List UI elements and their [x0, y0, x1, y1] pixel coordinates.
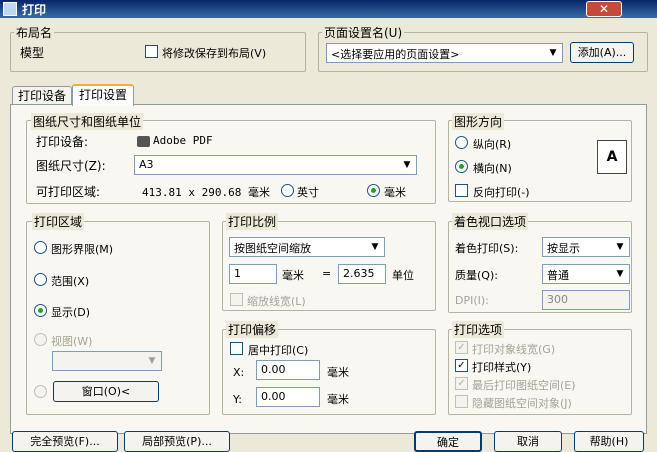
hide-paperspace-objects-checkbox[interactable]: [455, 395, 468, 408]
plot-area-limits-radio[interactable]: [34, 241, 47, 254]
plot-styles-checkbox[interactable]: ✓: [455, 359, 468, 372]
save-to-layout-checkbox[interactable]: [145, 45, 158, 58]
ok-button[interactable]: 确定: [414, 431, 482, 452]
shade-plot-value: 按显示: [547, 242, 580, 255]
chevron-down-icon: ▼: [616, 269, 624, 279]
unit-mm-label: 毫米: [384, 186, 406, 199]
unit-inch-label: 英寸: [297, 186, 319, 199]
plot-offset-group-label: 打印偏移: [226, 321, 279, 338]
plot-paperspace-last-checkbox[interactable]: ✓: [455, 377, 468, 390]
portrait-label: 纵向(R): [473, 138, 512, 151]
offset-x-input[interactable]: 0.00: [256, 360, 320, 380]
paper-size-label: 图纸尺寸(Z):: [36, 159, 106, 173]
chevron-down-icon: ▼: [371, 242, 379, 252]
center-plot-label: 居中打印(C): [248, 344, 309, 357]
shade-options-group-label: 着色视口选项: [452, 213, 529, 230]
printer-icon: [137, 136, 150, 147]
plot-options-group-label: 打印选项: [452, 321, 505, 338]
scale-lineweights-checkbox[interactable]: [230, 293, 243, 306]
cancel-button[interactable]: 取消: [494, 431, 562, 452]
plot-styles-label: 打印样式(Y): [472, 361, 532, 374]
offset-y-label: Y:: [233, 393, 242, 406]
hide-paperspace-objects-label: 隐藏图纸空间对象(J): [472, 397, 572, 410]
plot-scale-group-label: 打印比例: [226, 213, 279, 230]
quality-combo[interactable]: 普通 ▼: [542, 264, 630, 284]
landscape-radio[interactable]: [455, 160, 468, 173]
close-button[interactable]: ✕: [586, 1, 622, 17]
chevron-down-icon: ▼: [549, 48, 557, 58]
plot-area-extents-label: 范围(X): [51, 275, 90, 288]
chevron-down-icon: ▼: [616, 242, 624, 252]
offset-y-input[interactable]: 0.00: [256, 387, 320, 407]
page-setup-combo[interactable]: <选择要应用的页面设置> ▼: [326, 43, 563, 63]
window-title: 打印: [22, 3, 47, 17]
plot-area-view-radio[interactable]: [34, 333, 47, 346]
dpi-input[interactable]: 300: [542, 290, 630, 310]
orientation-group-label: 图形方向: [452, 113, 505, 130]
center-plot-checkbox[interactable]: [230, 342, 243, 355]
page-setup-label: 页面设置名(U): [322, 24, 405, 41]
plot-area-group-label: 打印区域: [32, 213, 85, 230]
scale-lineweights-label: 缩放线宽(L): [247, 295, 306, 308]
printable-area-label: 可打印区域:: [36, 185, 101, 199]
shade-plot-label: 着色打印(S):: [455, 242, 519, 255]
quality-value: 普通: [547, 269, 569, 282]
tab-plot-device[interactable]: 打印设备: [12, 86, 72, 106]
scale-equals: =: [322, 267, 332, 280]
plot-scale-combo[interactable]: 按图纸空间缩放 ▼: [229, 237, 385, 257]
unit-mm-radio[interactable]: [367, 184, 380, 197]
chevron-down-icon: ▼: [148, 356, 156, 366]
layout-group-label: 布局名: [14, 24, 55, 41]
plotter-label: 打印设备:: [36, 135, 89, 149]
plot-lineweights-checkbox[interactable]: ✓: [455, 341, 468, 354]
portrait-radio[interactable]: [455, 136, 468, 149]
landscape-label: 横向(N): [473, 162, 512, 175]
add-page-setup-button[interactable]: 添加(A)...: [570, 42, 634, 63]
paper-size-value: A3: [139, 158, 154, 171]
title-bar: 打印 ✕: [0, 0, 657, 18]
plotter-value: Adobe PDF: [153, 134, 213, 147]
plot-area-view-label: 视图(W): [51, 335, 93, 348]
partial-preview-button[interactable]: 局部预览(P)...: [124, 431, 230, 452]
quality-label: 质量(Q):: [455, 269, 498, 282]
plot-area-window-radio[interactable]: [34, 385, 47, 398]
reverse-print-label: 反向打印(-): [473, 186, 530, 199]
plot-paperspace-last-label: 最后打印图纸空间(E): [472, 379, 576, 392]
tab-plot-settings[interactable]: 打印设置: [72, 84, 134, 106]
scale-value2-input[interactable]: 2.635: [338, 264, 386, 284]
plot-area-limits-label: 图形界限(M): [51, 243, 114, 256]
offset-x-unit: 毫米: [327, 366, 349, 379]
dpi-label: DPI(I):: [455, 294, 489, 307]
reverse-print-checkbox[interactable]: [455, 184, 468, 197]
offset-y-unit: 毫米: [327, 393, 349, 406]
shade-plot-combo[interactable]: 按显示 ▼: [542, 237, 630, 257]
plot-lineweights-label: 打印对象线宽(G): [472, 343, 556, 356]
scale-value1-input[interactable]: 1: [229, 264, 277, 284]
window-select-button[interactable]: 窗口(O)<: [53, 381, 159, 402]
page-setup-combo-value: <选择要应用的页面设置>: [331, 48, 460, 61]
chevron-down-icon: ▼: [403, 160, 411, 170]
plot-area-display-radio[interactable]: [34, 304, 47, 317]
plot-scale-value: 按图纸空间缩放: [234, 242, 311, 255]
paper-size-combo[interactable]: A3 ▼: [134, 155, 417, 175]
unit-inch-radio[interactable]: [281, 184, 294, 197]
plot-area-display-label: 显示(D): [51, 306, 91, 319]
layout-name: 模型: [20, 46, 45, 60]
save-to-layout-label: 将修改保存到布局(V): [162, 47, 267, 60]
scale-unit2-label: 单位: [392, 269, 414, 282]
app-icon: [3, 2, 17, 16]
plot-area-extents-radio[interactable]: [34, 273, 47, 286]
view-combo[interactable]: ▼: [52, 351, 162, 371]
scale-unit1-label: 毫米: [282, 269, 304, 282]
printable-area-value: 413.81 x 290.68 毫米: [142, 186, 270, 199]
help-button[interactable]: 帮助(H): [574, 431, 644, 452]
paper-group-label: 图纸尺寸和图纸单位: [31, 113, 144, 130]
landscape-orientation-icon: A: [597, 140, 627, 174]
full-preview-button[interactable]: 完全预览(F)...: [12, 431, 118, 452]
offset-x-label: X:: [233, 366, 245, 379]
